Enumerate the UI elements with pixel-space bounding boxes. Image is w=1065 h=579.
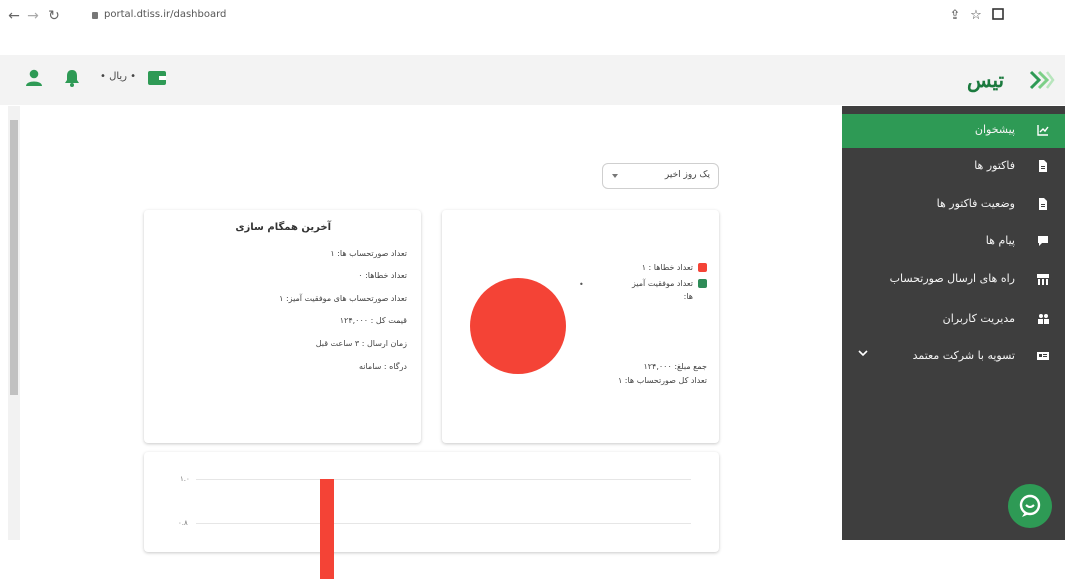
sync-error-count: تعداد خطاها: ۰ [358, 271, 407, 280]
invoice-summary-card: تعداد خطاها : ۱ تعداد موفقیت آمیز ها: • … [442, 210, 719, 443]
gridline [196, 479, 691, 480]
sidebar-item-label: تسویه با شرکت معتمد [912, 349, 1015, 362]
legend-swatch-errors [698, 263, 707, 272]
forward-arrow-icon[interactable]: → [25, 8, 41, 24]
sidebar-item-label: مدیریت کاربران [942, 312, 1015, 325]
sidebar-item-user-management[interactable]: مدیریت کاربران [842, 303, 1065, 337]
logo[interactable]: تیس [963, 64, 1055, 96]
sync-invoice-count: تعداد صورتحساب ها: ۱ [330, 249, 407, 258]
logo-text: تیس [967, 68, 1005, 92]
chart-line-icon [1037, 124, 1049, 136]
users-icon [1037, 313, 1049, 325]
sidebar-item-label: پیام ها [985, 234, 1015, 247]
back-arrow-icon[interactable]: ← [6, 8, 22, 24]
invoice-bar-chart-card: ۱.۰ ۰.۸ [144, 452, 719, 579]
legend-label-success: تعداد موفقیت آمیز [631, 279, 693, 288]
sidebar-item-label: فاکتور ها [974, 159, 1015, 172]
wallet-icon[interactable] [147, 68, 167, 88]
store-icon [1037, 273, 1049, 285]
sidebar-item-label: راه های ارسال صورتحساب [889, 272, 1015, 285]
address-bar[interactable]: portal.dtiss.ir/dashboard [104, 9, 226, 20]
user-icon[interactable] [24, 68, 44, 88]
star-icon[interactable]: ☆ [968, 8, 984, 24]
last-sync-title: آخرین همگام سازی [235, 222, 331, 233]
sidebar-item-settlement[interactable]: تسویه با شرکت معتمد [842, 340, 1065, 374]
total-invoices: تعداد کل صورتحساب ها: ۱ [617, 376, 707, 385]
legend-bullet: • [579, 280, 584, 289]
y-tick-label: ۰.۸ [178, 519, 188, 527]
pie-slice-errors [470, 278, 566, 374]
window-icon[interactable] [990, 8, 1006, 24]
currency-label[interactable]: • ریال • [100, 71, 136, 82]
sync-total-price: قیمت کل : ۱۲۴,۰۰۰ [339, 316, 407, 325]
chat-icon [1019, 494, 1041, 517]
legend-swatch-success [698, 279, 707, 288]
sidebar-item-label: پیشخوان [974, 123, 1015, 136]
legend-label-success-suffix: ها: [683, 292, 693, 301]
sync-gateway: درگاه : سامانه [358, 362, 407, 371]
sync-send-time: زمان ارسال : ۳ ساعت قبل [315, 339, 407, 348]
reload-icon[interactable]: ↻ [46, 8, 62, 24]
file-icon [1037, 198, 1049, 210]
sidebar-item-invoices[interactable]: فاکتور ها [842, 150, 1065, 184]
pie-chart [470, 278, 566, 374]
period-select-value: یک روز اخیر [664, 170, 710, 180]
period-select[interactable]: یک روز اخیر [602, 163, 719, 189]
bell-icon[interactable] [62, 68, 82, 88]
total-amount: جمع مبلغ: ۱۲۴,۰۰۰ [643, 362, 707, 371]
sidebar-item-label: وضعیت فاکتور ها [936, 197, 1015, 210]
sidebar-item-invoice-status[interactable]: وضعیت فاکتور ها [842, 188, 1065, 222]
sidebar-item-messages[interactable]: پیام ها [842, 225, 1065, 259]
y-tick-label: ۱.۰ [180, 475, 190, 483]
legend-label-errors: تعداد خطاها : ۱ [641, 263, 693, 272]
file-icon [1037, 160, 1049, 172]
chevron-down-icon[interactable] [858, 348, 868, 358]
chat-button[interactable] [1008, 484, 1052, 528]
id-card-icon [1037, 350, 1049, 362]
lock-icon [92, 12, 98, 19]
sidebar-item-invoice-channels[interactable]: راه های ارسال صورتحساب [842, 263, 1065, 297]
scrollbar-thumb[interactable] [10, 120, 18, 395]
message-icon [1037, 235, 1049, 247]
caret-down-icon [612, 174, 618, 178]
chart-bar [320, 479, 334, 579]
last-sync-card: آخرین همگام سازی تعداد صورتحساب ها: ۱ تع… [144, 210, 421, 443]
sync-success-count: تعداد صورتحساب های موفقیت آمیز: ۱ [279, 294, 407, 303]
gridline [196, 523, 691, 524]
share-icon[interactable]: ⇪ [947, 8, 963, 24]
sidebar-item-dashboard[interactable]: پیشخوان [842, 114, 1065, 148]
